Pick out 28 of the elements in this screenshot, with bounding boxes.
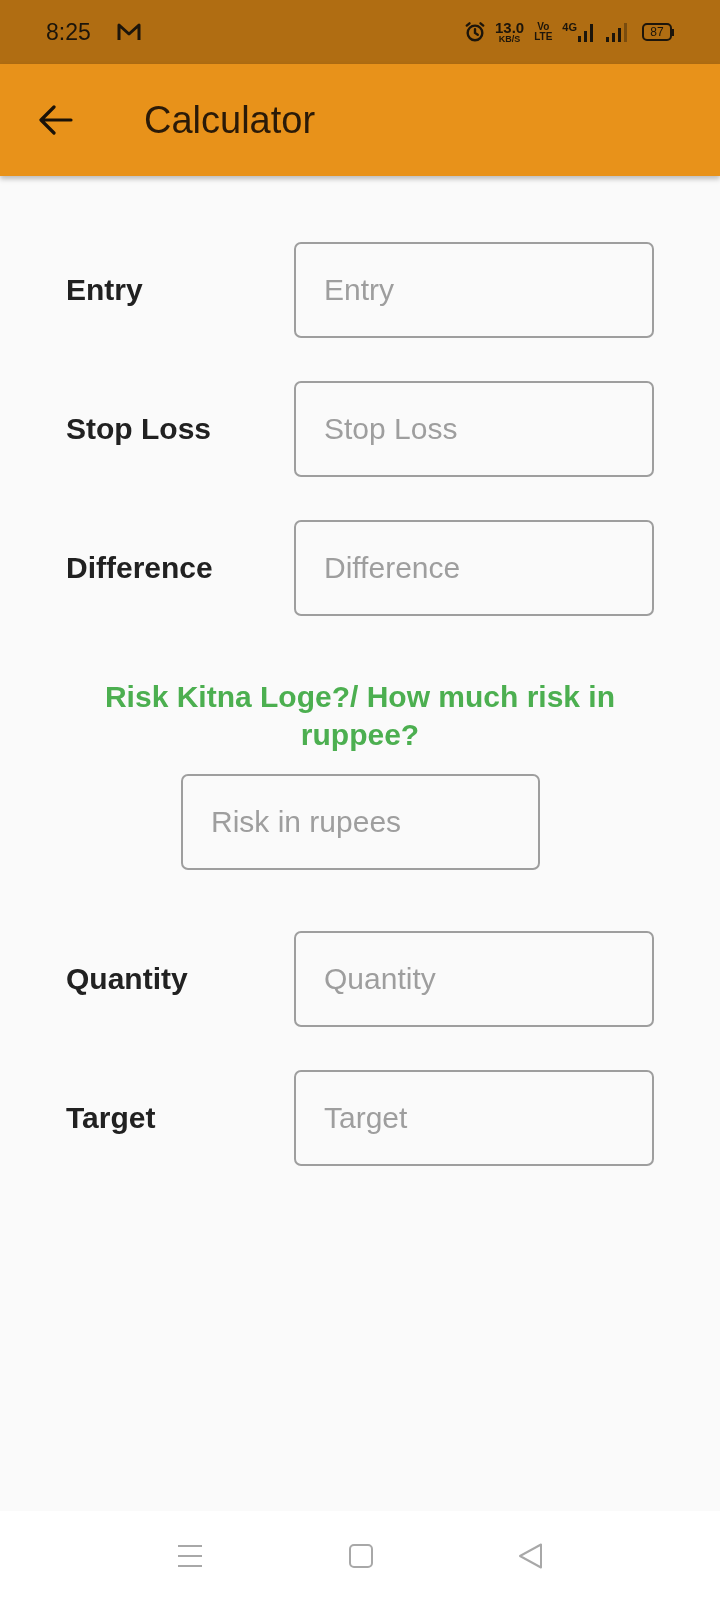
data-rate-unit: KB/S — [498, 35, 521, 44]
alarm-icon — [463, 21, 486, 43]
menu-icon[interactable] — [177, 1544, 202, 1567]
risk-prompt: Risk Kitna Loge?/ How much risk in ruppee? — [103, 679, 617, 753]
field-label: Quantity — [66, 964, 189, 994]
field-label: Difference — [66, 553, 214, 583]
screen-title: Calculator — [144, 101, 316, 139]
input-field[interactable]: Difference — [294, 520, 654, 616]
field-label: Entry — [66, 275, 144, 305]
volte-label: Vo — [537, 22, 550, 32]
data-rate: 13.0 — [494, 20, 525, 35]
signal-icon — [578, 22, 594, 42]
network-type: 4G — [562, 22, 577, 33]
signal-icon — [606, 22, 628, 42]
back-arrow-icon — [39, 105, 73, 135]
mail-icon — [116, 22, 141, 42]
back-triangle-icon[interactable] — [517, 1542, 543, 1569]
volte-label: LTE — [534, 32, 553, 42]
battery-indicator: 87 — [642, 23, 674, 41]
status-time: 8:25 — [46, 20, 91, 44]
field-label: Target — [66, 1103, 157, 1133]
input-field[interactable]: Risk in rupees — [181, 774, 540, 870]
home-square-icon[interactable] — [348, 1543, 373, 1568]
field-label: Stop Loss — [66, 414, 212, 444]
input-field[interactable]: Entry — [294, 242, 654, 338]
input-field[interactable]: Target — [294, 1070, 654, 1166]
input-field[interactable]: Quantity — [294, 931, 654, 1027]
input-field[interactable]: Stop Loss — [294, 381, 654, 477]
